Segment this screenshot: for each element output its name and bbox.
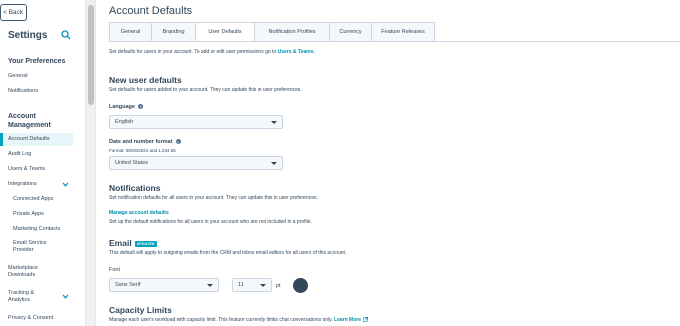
sidebar-item-marketing-contacts[interactable]: Marketing Contacts [13,226,60,233]
email-heading-text: Email [109,238,132,248]
font-label: Font [109,267,121,273]
font-size-select[interactable]: 11 [232,278,272,292]
language-label: Language i [109,104,143,111]
tab-user-defaults[interactable]: User Defaults [196,22,255,42]
font-color-picker[interactable] [293,278,308,293]
sidebar-item-integrations[interactable]: Integrations [8,181,37,188]
capacity-limits-desc-text: Manage each user's workload with capacit… [109,317,333,323]
sidebar-item-private-apps[interactable]: Private Apps [13,211,44,218]
tab-divider [109,41,680,42]
sidebar-scrollbar-thumb[interactable] [88,5,94,105]
date-format-label-text: Date and number format [109,139,173,145]
sidebar-title: Settings [8,30,48,41]
tab-bar: General Branding User Defaults Notificat… [109,22,435,42]
language-select[interactable]: English [109,115,283,129]
notifications-heading: Notifications [109,183,161,193]
external-link-icon[interactable] [363,317,368,323]
manage-account-defaults-link[interactable]: Manage account defaults [109,210,169,216]
date-format-select[interactable]: United States [109,156,283,170]
caret-down-icon [271,121,277,124]
manage-account-defaults-description: Set up the default notifications for all… [109,219,312,225]
email-heading: Email UPDATED [109,238,157,248]
chevron-down-icon[interactable] [62,182,69,187]
users-teams-link[interactable]: Users & Teams. [278,49,315,55]
back-button[interactable]: < Back [0,4,27,21]
font-size-unit: pt [276,283,281,289]
email-description: This default will apply to outgoing emai… [109,250,347,256]
settings-sidebar: < Back Settings Your Preferences General… [0,0,86,326]
font-size-select-value: 11 [238,282,244,288]
intro-description: Set defaults for users in your account. … [109,49,277,55]
sidebar-section-preferences: Your Preferences [8,58,66,65]
search-icon[interactable] [61,30,71,40]
sidebar-item-privacy-consent[interactable]: Privacy & Consent [8,315,53,322]
updated-badge: UPDATED [134,240,157,247]
sidebar-section-account-management: Account Management [8,113,51,129]
tab-feature-releases[interactable]: Feature Releases [372,22,435,42]
capacity-limits-description: Manage each user's workload with capacit… [109,317,368,323]
sidebar-item-marketplace-downloads[interactable]: Marketplace Downloads [8,265,53,279]
capacity-limits-heading: Capacity Limits [109,305,172,315]
tab-notification-profiles[interactable]: Notification Profiles [255,22,330,42]
new-user-defaults-description: Set defaults for users added to your acc… [109,87,302,93]
info-icon[interactable]: i [175,139,181,145]
learn-more-link[interactable]: Learn More [334,317,361,323]
date-format-label: Date and number format i [109,139,181,146]
language-label-text: Language [109,104,135,110]
sidebar-item-account-defaults[interactable]: Account Defaults [0,133,73,146]
font-family-select[interactable]: Sans Serif [109,278,219,292]
tab-general[interactable]: General [109,22,152,42]
chevron-down-icon[interactable] [62,294,69,299]
date-format-hint: Format: 09/26/2024 and 1,234.56 [109,148,176,153]
sidebar-item-notifications[interactable]: Notifications [8,88,38,95]
tab-branding[interactable]: Branding [152,22,196,42]
notifications-description: Set notification defaults for all users … [109,195,318,201]
font-family-select-value: Sans Serif [115,282,141,288]
tab-currency[interactable]: Currency [330,22,372,42]
caret-down-icon [260,284,266,287]
new-user-defaults-heading: New user defaults [109,75,182,85]
sidebar-item-tracking-analytics[interactable]: Tracking & Analytics [8,290,48,304]
caret-down-icon [271,162,277,165]
sidebar-item-connected-apps[interactable]: Connected Apps [13,196,53,203]
sidebar-item-email-service-provider[interactable]: Email Service Provider [13,240,63,254]
language-select-value: English [115,119,134,125]
sidebar-item-users-teams[interactable]: Users & Teams [8,166,45,173]
date-format-select-value: United States [115,160,149,166]
sidebar-item-audit-log[interactable]: Audit Log [8,151,31,158]
page-title: Account Defaults [109,5,193,17]
intro-text: Set defaults for users in your account. … [109,49,315,55]
info-icon[interactable]: i [137,104,143,110]
caret-down-icon [207,284,213,287]
sidebar-item-general[interactable]: General [8,73,28,80]
